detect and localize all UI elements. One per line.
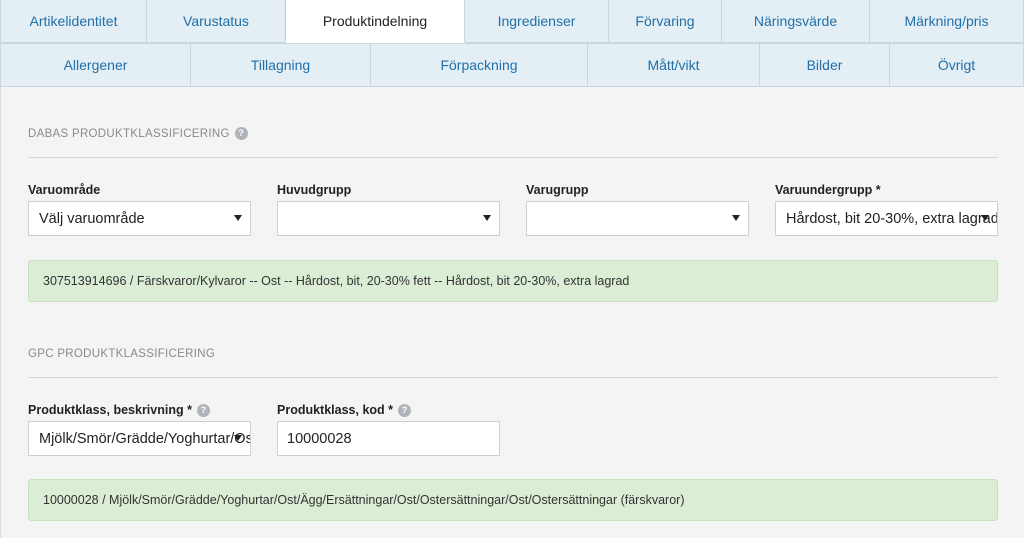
varuomrade-value: Välj varuområde xyxy=(39,210,145,227)
tab-produktindelning[interactable]: Produktindelning xyxy=(286,0,465,43)
produktklass-kod-label-text: Produktklass, kod * xyxy=(277,403,394,417)
varuundergrupp-label: Varuundergrupp * xyxy=(775,183,881,197)
chevron-down-icon xyxy=(483,215,491,221)
varugrupp-label: Varugrupp xyxy=(526,183,589,197)
tab-ingredienser[interactable]: Ingredienser xyxy=(465,0,609,43)
produktklass-beskrivning-label: Produktklass, beskrivning * ? xyxy=(28,403,210,417)
huvudgrupp-label: Huvudgrupp xyxy=(277,183,352,197)
help-icon[interactable]: ? xyxy=(196,403,210,417)
chevron-down-icon xyxy=(981,215,989,221)
tab-label: Ingredienser xyxy=(497,13,576,29)
huvudgrupp-select[interactable] xyxy=(277,201,500,236)
chevron-down-icon xyxy=(234,435,242,441)
varuundergrupp-select[interactable]: Hårdost, bit 20-30%, extra lagrad xyxy=(775,201,998,236)
produktklass-beskrivning-label-text: Produktklass, beskrivning * xyxy=(28,403,192,417)
produktklass-kod-label: Produktklass, kod * ? xyxy=(277,403,412,417)
tab-row-primary: Artikelidentitet Varustatus Produktindel… xyxy=(0,0,1024,43)
produktklass-kod-input[interactable]: 10000028 xyxy=(277,421,500,456)
varuomrade-select[interactable]: Välj varuområde xyxy=(28,201,251,236)
tab-bilder[interactable]: Bilder xyxy=(760,43,890,87)
tab-label: Allergener xyxy=(63,57,128,73)
dabas-section-title: DABAS PRODUKTKLASSIFICERING ? xyxy=(28,127,248,140)
help-icon[interactable]: ? xyxy=(398,403,412,417)
varugrupp-select[interactable] xyxy=(526,201,749,236)
tab-label: Mått/vikt xyxy=(647,57,700,73)
produktklass-beskrivning-select[interactable]: Mjölk/Smör/Grädde/Yoghurtar/Ost/Ägg/Ersä… xyxy=(28,421,251,456)
help-icon[interactable]: ? xyxy=(234,127,248,140)
dabas-classification-summary: 307513914696 / Färskvaror/Kylvaror -- Os… xyxy=(28,260,998,302)
varuomrade-label: Varuområde xyxy=(28,183,101,197)
tab-forpackning[interactable]: Förpackning xyxy=(371,43,588,87)
tab-label: Näringsvärde xyxy=(753,13,838,29)
tab-naringsvarde[interactable]: Näringsvärde xyxy=(722,0,870,43)
chevron-down-icon xyxy=(234,215,242,221)
produktklass-kod-value: 10000028 xyxy=(287,430,352,447)
tab-label: Artikelidentitet xyxy=(29,13,118,29)
tab-forvaring[interactable]: Förvaring xyxy=(609,0,722,43)
tab-label: Övrigt xyxy=(937,57,976,73)
section-divider xyxy=(28,157,998,158)
tab-label: Förpackning xyxy=(440,57,518,73)
tab-varustatus[interactable]: Varustatus xyxy=(147,0,286,43)
gpc-section-title: GPC PRODUKTKLASSIFICERING xyxy=(28,348,215,360)
section-divider xyxy=(28,377,998,378)
tab-label: Produktindelning xyxy=(322,13,428,29)
tab-row-secondary: Allergener Tillagning Förpackning Mått/v… xyxy=(0,43,1024,87)
tab-label: Varustatus xyxy=(183,13,249,29)
gpc-summary-text: 10000028 / Mjölk/Smör/Grädde/Yoghurtar/O… xyxy=(43,493,685,507)
tab-tillagning[interactable]: Tillagning xyxy=(191,43,371,87)
tab-label: Bilder xyxy=(806,57,843,73)
varuundergrupp-value: Hårdost, bit 20-30%, extra lagrad xyxy=(786,210,998,227)
tab-allergener[interactable]: Allergener xyxy=(0,43,191,87)
tab-matt-vikt[interactable]: Mått/vikt xyxy=(588,43,760,87)
tab-label: Förvaring xyxy=(635,13,695,29)
gpc-title-text: GPC PRODUKTKLASSIFICERING xyxy=(28,348,216,360)
tab-artikelidentitet[interactable]: Artikelidentitet xyxy=(0,0,147,43)
tab-label: Tillagning xyxy=(250,57,311,73)
tab-label: Märkning/pris xyxy=(904,13,989,29)
dabas-summary-text: 307513914696 / Färskvaror/Kylvaror -- Os… xyxy=(43,274,630,288)
tab-markning-pris[interactable]: Märkning/pris xyxy=(870,0,1024,43)
produktklass-beskrivning-value: Mjölk/Smör/Grädde/Yoghurtar/Ost/Ägg/Ersä… xyxy=(39,430,251,447)
dabas-title-text: DABAS PRODUKTKLASSIFICERING xyxy=(28,127,230,140)
chevron-down-icon xyxy=(732,215,740,221)
tab-ovrigt[interactable]: Övrigt xyxy=(890,43,1024,87)
gpc-classification-summary: 10000028 / Mjölk/Smör/Grädde/Yoghurtar/O… xyxy=(28,479,998,521)
tab-content-panel: DABAS PRODUKTKLASSIFICERING ? Varuområde… xyxy=(0,87,1024,538)
